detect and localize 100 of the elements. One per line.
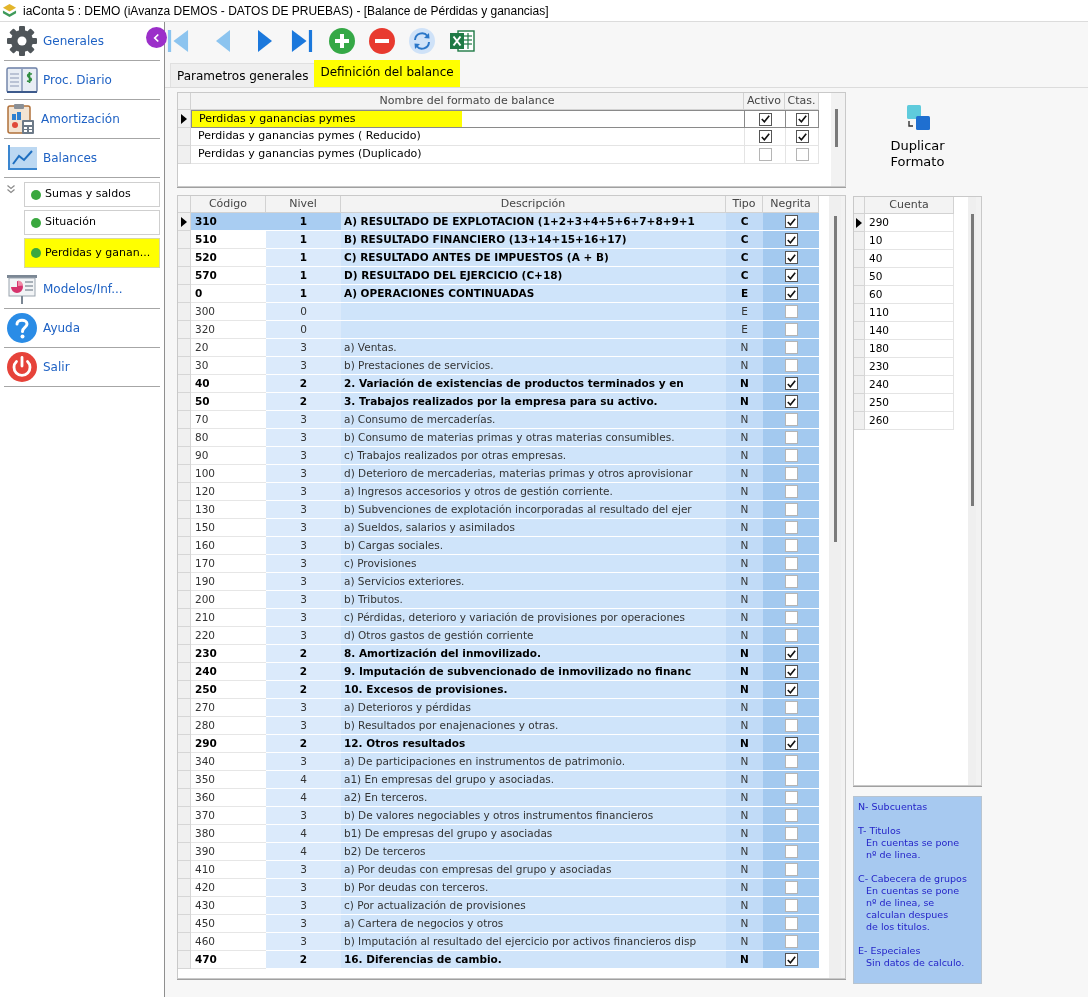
table-cell: E	[726, 285, 763, 303]
checkbox[interactable]	[784, 791, 798, 804]
checkbox[interactable]	[784, 359, 798, 372]
table-cell: 1	[266, 249, 341, 267]
column-header[interactable]: Negrita	[763, 196, 819, 213]
checkbox[interactable]	[784, 413, 798, 426]
sidebar-item[interactable]: Balances	[4, 139, 160, 178]
checkbox[interactable]	[758, 112, 772, 126]
checkbox[interactable]	[784, 917, 798, 930]
checkbox[interactable]	[784, 593, 798, 606]
collapse-button[interactable]	[146, 27, 167, 48]
checkbox[interactable]	[784, 575, 798, 588]
column-header[interactable]: Nombre del formato de balance	[191, 93, 744, 110]
checkbox[interactable]	[758, 148, 772, 161]
column-header[interactable]: Cuenta	[865, 197, 954, 214]
checkbox[interactable]	[784, 701, 798, 714]
column-header[interactable]: Nivel	[266, 196, 341, 213]
spreadsheet-icon[interactable]	[449, 28, 475, 54]
checkbox[interactable]	[784, 611, 798, 624]
checkbox[interactable]	[784, 323, 798, 336]
checkbox[interactable]	[784, 737, 798, 750]
checkbox[interactable]	[784, 449, 798, 462]
checkbox[interactable]	[784, 485, 798, 498]
checkbox[interactable]	[784, 827, 798, 840]
checkbox[interactable]	[784, 377, 798, 390]
table-cell: 3	[266, 915, 341, 933]
checkbox[interactable]	[784, 683, 798, 696]
sidebar-item[interactable]: Generales	[4, 22, 160, 61]
checkbox[interactable]	[784, 521, 798, 534]
scrollbar[interactable]	[829, 196, 841, 978]
refresh-icon[interactable]	[409, 28, 435, 54]
checkbox[interactable]	[784, 503, 798, 516]
sidebar-subitem[interactable]: Perdidas y ganan...	[24, 238, 160, 268]
duplicate-format-button[interactable]: Duplicar Formato	[874, 104, 961, 170]
checkbox[interactable]	[784, 251, 798, 264]
table-cell: a) Sueldos, salarios y asimilados	[341, 519, 726, 537]
table-cell: 2. Variación de existencias de productos terminados y en	[341, 375, 726, 393]
checkbox[interactable]	[784, 845, 798, 858]
checkbox[interactable]	[784, 539, 798, 552]
status-dot-icon	[31, 217, 41, 228]
scrollbar[interactable]	[968, 197, 976, 785]
table-cell: 240	[865, 376, 954, 394]
checkbox[interactable]	[795, 130, 809, 143]
tab[interactable]: Parametros generales	[170, 63, 315, 87]
checkbox[interactable]	[795, 112, 809, 126]
checkbox[interactable]	[795, 148, 809, 161]
sidebar-item[interactable]: Salir	[4, 348, 160, 387]
checkbox[interactable]	[784, 629, 798, 642]
checkbox[interactable]	[784, 215, 798, 228]
sidebar-item[interactable]: Amortización	[4, 100, 160, 139]
checkbox[interactable]	[784, 665, 798, 678]
scrollbar-thumb[interactable]	[834, 109, 838, 147]
table-cell: 0	[266, 321, 341, 339]
minus-circle-icon[interactable]	[369, 28, 395, 54]
sidebar-item[interactable]: Modelos/Inf...	[4, 270, 160, 309]
checkbox[interactable]	[784, 755, 798, 768]
column-header[interactable]: Ctas.	[785, 93, 819, 110]
legend-heading: C- Cabecera de grupos	[858, 873, 967, 885]
double-chevron-down-icon[interactable]	[6, 184, 16, 194]
checkbox[interactable]	[784, 881, 798, 894]
checkbox[interactable]	[784, 719, 798, 732]
column-header[interactable]: Tipo	[726, 196, 763, 213]
plus-circle-icon[interactable]	[329, 28, 355, 54]
checkbox[interactable]	[784, 467, 798, 480]
scrollbar-thumb[interactable]	[833, 216, 837, 542]
scrollbar-thumb[interactable]	[970, 214, 974, 506]
tab[interactable]: Definición del balance	[314, 60, 460, 87]
checkbox[interactable]	[784, 233, 798, 246]
column-header[interactable]: Descripción	[341, 196, 726, 213]
checkbox[interactable]	[784, 305, 798, 318]
sidebar-subitem[interactable]: Sumas y saldos	[24, 182, 160, 207]
checkbox[interactable]	[784, 899, 798, 912]
checkbox[interactable]	[784, 341, 798, 354]
checkbox[interactable]	[784, 647, 798, 660]
checkbox[interactable]	[784, 557, 798, 570]
table-cell: N	[726, 753, 763, 771]
sidebar-item[interactable]: Proc. Diario	[4, 61, 160, 100]
row-selector[interactable]	[854, 214, 865, 232]
checkbox[interactable]	[784, 935, 798, 948]
checkbox[interactable]	[784, 953, 798, 966]
column-header[interactable]: Activo	[744, 93, 785, 110]
scrollbar[interactable]	[831, 93, 841, 186]
sidebar-subitem[interactable]: Situación	[24, 210, 160, 235]
skip-to-end-icon[interactable]	[291, 28, 313, 54]
checkbox[interactable]	[758, 130, 772, 143]
checkbox[interactable]	[784, 431, 798, 444]
checkbox[interactable]	[784, 395, 798, 408]
table-cell: N	[726, 501, 763, 519]
checkbox[interactable]	[784, 773, 798, 786]
checkbox[interactable]	[784, 863, 798, 876]
row-selector[interactable]	[178, 110, 191, 128]
skip-to-start-icon[interactable]	[167, 28, 189, 54]
row-selector[interactable]	[178, 213, 191, 231]
checkbox[interactable]	[784, 269, 798, 282]
line-chart-icon	[6, 144, 38, 172]
checkbox[interactable]	[784, 287, 798, 300]
table-cell: 2	[266, 645, 341, 663]
sidebar-item[interactable]: Ayuda	[4, 309, 160, 348]
checkbox[interactable]	[784, 809, 798, 822]
column-header[interactable]: Código	[191, 196, 266, 213]
